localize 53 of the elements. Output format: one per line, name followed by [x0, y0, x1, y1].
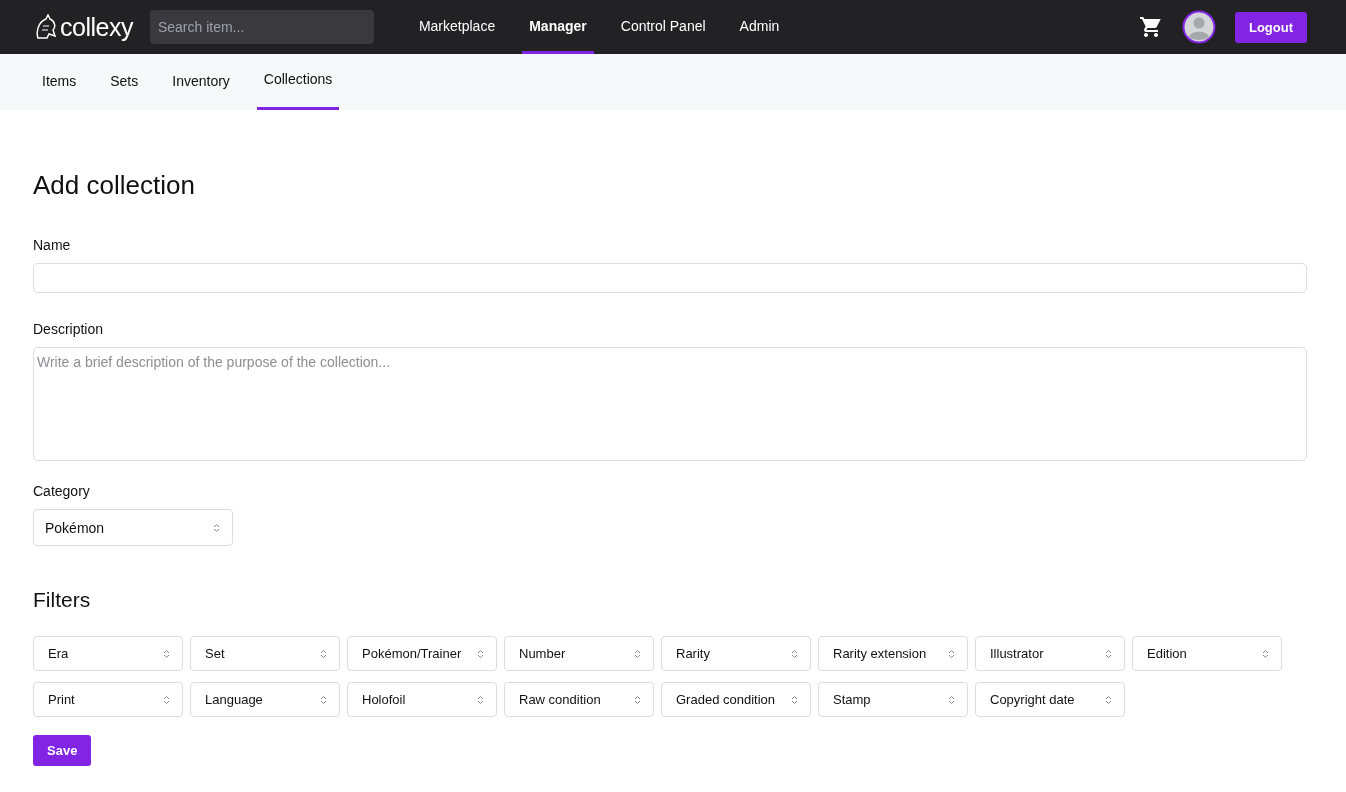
chevron-icon [948, 648, 955, 659]
save-button[interactable]: Save [33, 735, 92, 766]
avatar-icon[interactable] [1181, 10, 1216, 44]
cart-icon[interactable] [1138, 15, 1163, 39]
nav-tab[interactable]: Control Panel [613, 0, 713, 54]
sub-tab[interactable]: Inventory [165, 54, 237, 110]
filter-select[interactable]: Edition [1132, 636, 1282, 671]
chevron-icon [791, 694, 798, 705]
filter-select[interactable]: Pokémon/Trainer [347, 636, 497, 671]
chevron-icon [477, 648, 484, 659]
chevron-icon [791, 648, 798, 659]
filter-select[interactable]: Rarity extension [818, 636, 968, 671]
sub-tab[interactable]: Collections [256, 54, 340, 110]
section-title: Filters [33, 588, 92, 612]
chevron-icon [213, 522, 220, 533]
filter-select[interactable]: Number [504, 636, 654, 671]
nav-tab[interactable]: Marketplace [411, 0, 503, 54]
field-label: Name [33, 237, 72, 253]
logo-icon [34, 14, 58, 40]
chevron-icon [1262, 648, 1269, 659]
field-label: Category [33, 483, 91, 499]
filter-select[interactable]: Holofoil [347, 682, 497, 717]
chevron-icon [1105, 648, 1112, 659]
sub-tab[interactable]: Sets [103, 54, 146, 110]
logo-text: collexy [60, 12, 133, 42]
filter-select[interactable]: Print [33, 682, 183, 717]
name-field[interactable] [33, 263, 1307, 293]
chevron-icon [477, 694, 484, 705]
filter-select[interactable]: Rarity [661, 636, 811, 671]
filter-select[interactable]: Era [33, 636, 183, 671]
chevron-icon [1105, 694, 1112, 705]
sub-tab[interactable]: Items [35, 54, 84, 110]
filter-select[interactable]: Copyright date [975, 682, 1125, 717]
filter-select[interactable]: Stamp [818, 682, 968, 717]
chevron-icon [634, 694, 641, 705]
description-field[interactable]: Write a brief description of the purpose of the collection... [33, 347, 1307, 461]
filter-select[interactable]: Set [190, 636, 340, 671]
logout-button[interactable]: Logout [1234, 11, 1307, 43]
chevron-icon [948, 694, 955, 705]
filter-select[interactable]: Raw condition [504, 682, 654, 717]
chevron-icon [163, 648, 170, 659]
chevron-icon [163, 694, 170, 705]
nav-tab[interactable]: Admin [732, 0, 787, 54]
filter-select[interactable]: Graded condition [661, 682, 811, 717]
chevron-icon [320, 694, 327, 705]
field-label: Description [33, 321, 105, 337]
filter-select[interactable]: Language [190, 682, 340, 717]
category-select[interactable]: Pokémon [33, 509, 233, 546]
chevron-icon [634, 648, 641, 659]
search-field[interactable]: Search item... [149, 10, 374, 44]
chevron-icon [320, 648, 327, 659]
filter-select[interactable]: Illustrator [975, 636, 1125, 671]
page-title: Add collection [33, 170, 196, 201]
